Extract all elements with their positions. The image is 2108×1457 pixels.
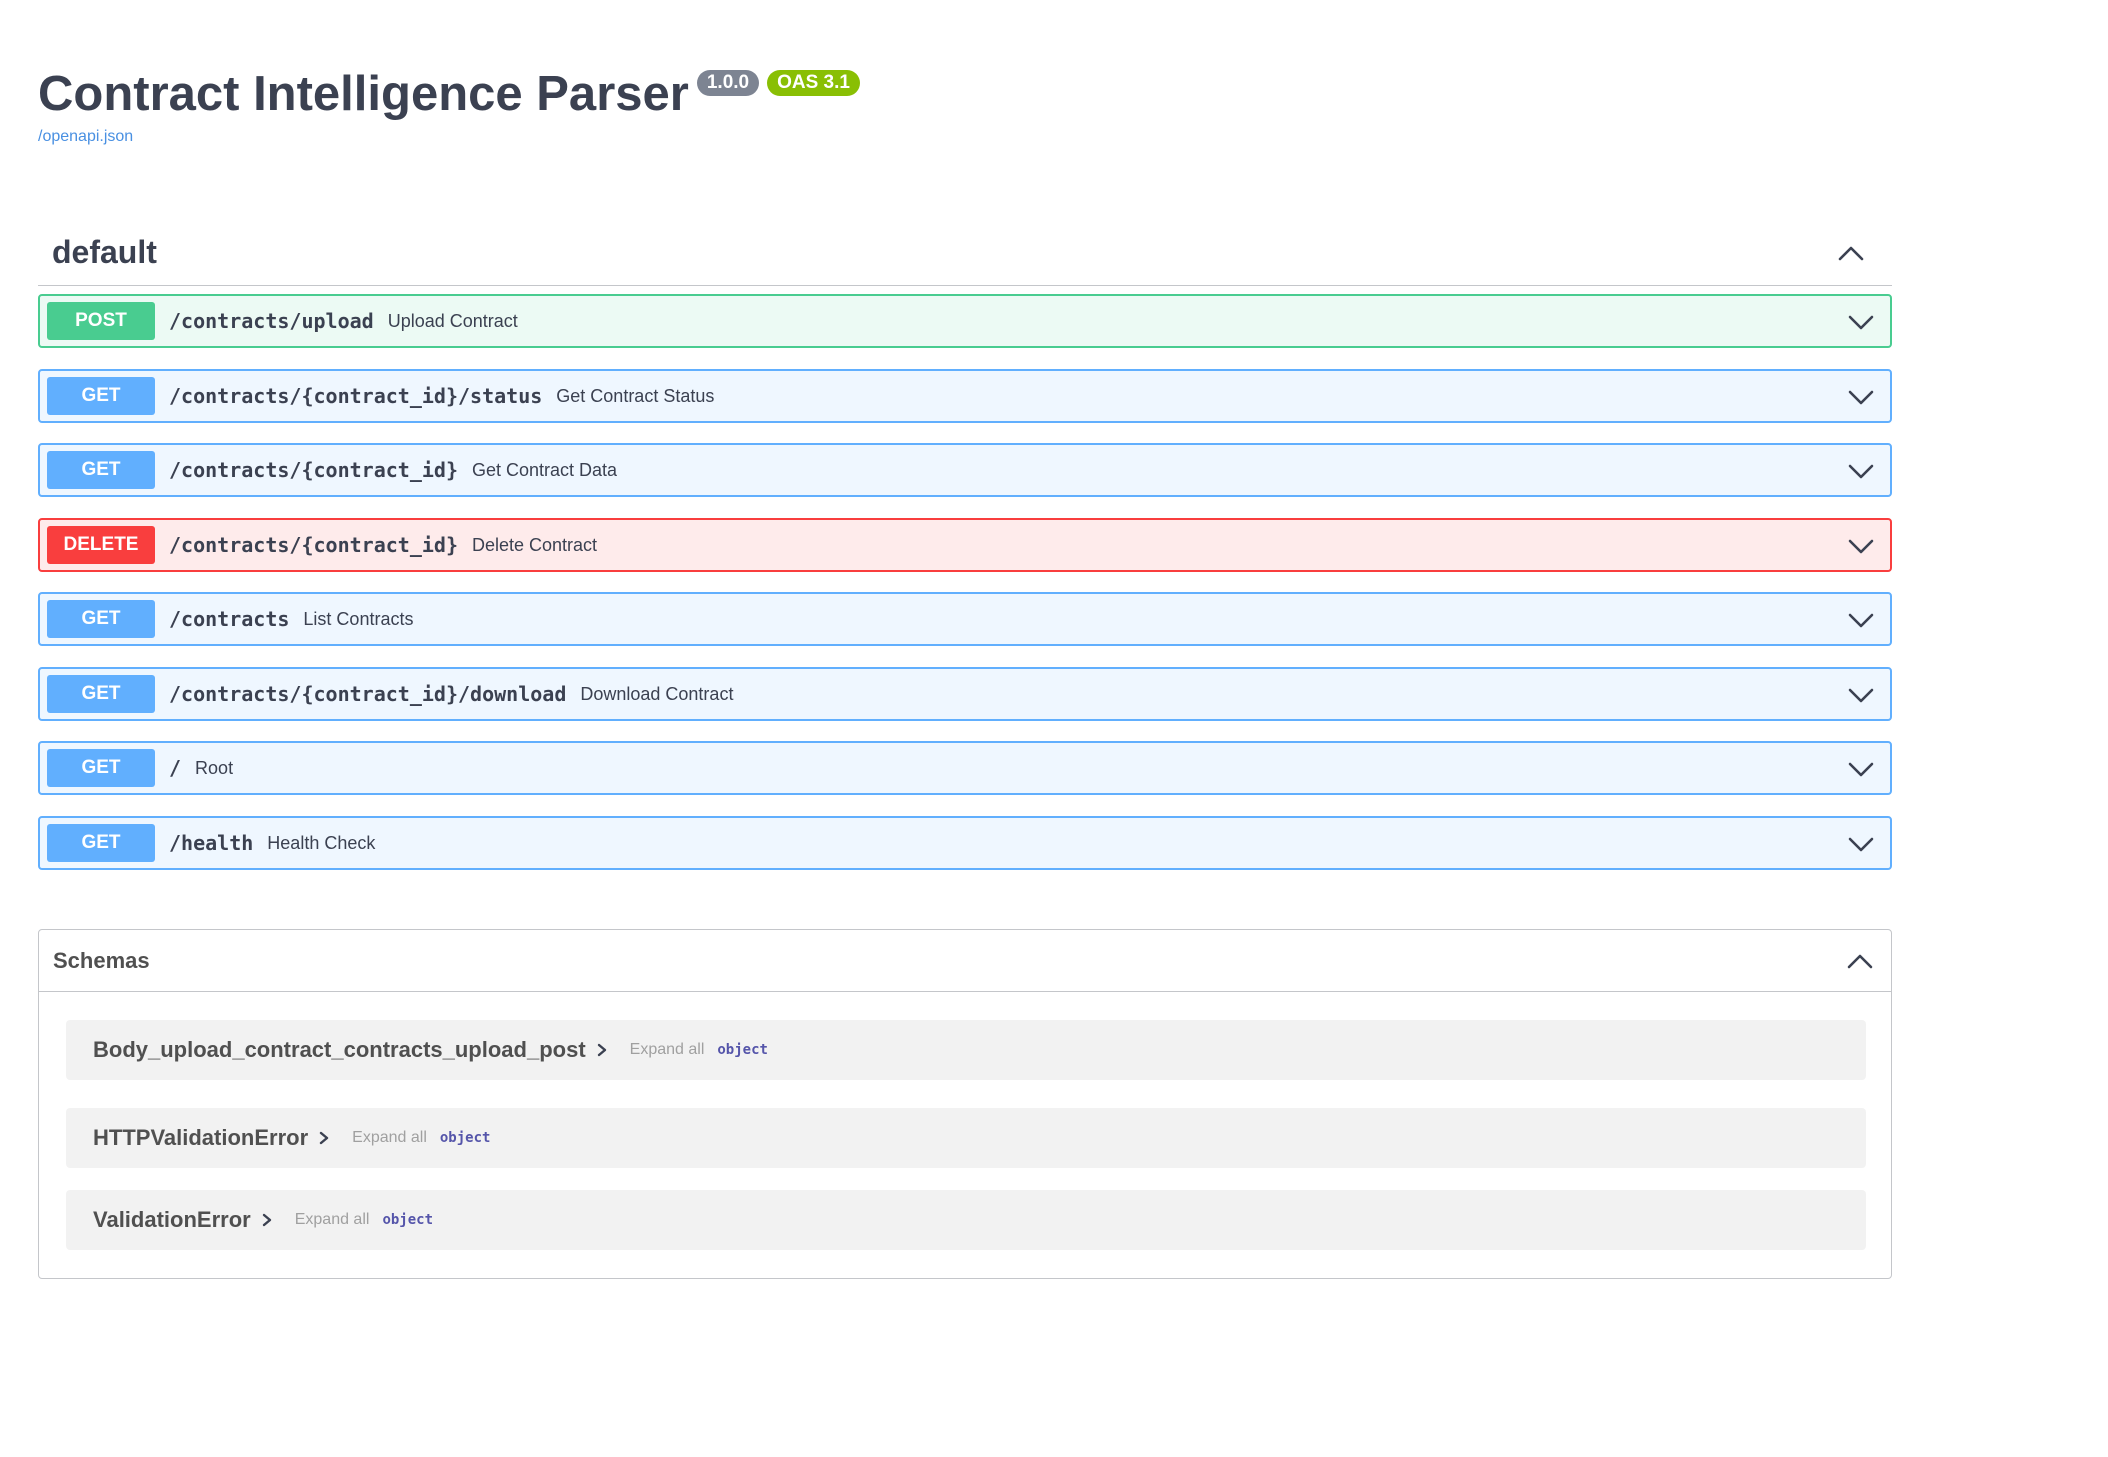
operation-summary: Get Contract Data [471, 459, 618, 480]
chevron-down-icon[interactable] [1846, 829, 1876, 859]
operation-get[interactable]: GET / Root [38, 741, 1892, 795]
chevron-down-icon[interactable] [1846, 456, 1876, 486]
method-badge: GET [47, 600, 155, 638]
operation-path: /contracts/{contract_id}/status [169, 384, 543, 408]
schema-name[interactable]: HTTPValidationError [93, 1125, 308, 1151]
schemas-header[interactable]: Schemas [39, 930, 1891, 992]
operation-path: / [169, 756, 182, 780]
chevron-right-icon[interactable] [316, 1130, 332, 1146]
expand-all-button[interactable]: Expand all [352, 1129, 427, 1147]
chevron-down-icon[interactable] [1846, 680, 1876, 710]
api-info: Contract Intelligence Parser 1.0.0 OAS 3… [38, 62, 1892, 152]
chevron-down-icon[interactable] [1846, 531, 1876, 561]
schema-name[interactable]: ValidationError [93, 1207, 251, 1233]
chevron-up-icon[interactable] [1836, 238, 1866, 268]
operation-summary: Get Contract Status [556, 385, 715, 406]
expand-all-button[interactable]: Expand all [630, 1041, 705, 1059]
operation-path: /contracts [169, 607, 290, 631]
schema-item[interactable]: ValidationError Expand all object [66, 1190, 1866, 1250]
schema-item[interactable]: Body_upload_contract_contracts_upload_po… [66, 1020, 1866, 1080]
schema-type: object [439, 1130, 491, 1146]
operation-summary: Upload Contract [387, 310, 518, 331]
chevron-down-icon[interactable] [1846, 382, 1876, 412]
operation-summary: Delete Contract [471, 534, 598, 555]
expand-all-button[interactable]: Expand all [295, 1211, 370, 1229]
method-badge: GET [47, 824, 155, 862]
schema-type: object [382, 1212, 434, 1228]
schemas-section: Schemas Body_upload_contract_contracts_u… [38, 929, 1892, 1279]
method-badge: POST [47, 302, 155, 340]
operation-get[interactable]: GET/contracts List Contracts [38, 592, 1892, 646]
chevron-up-icon[interactable] [1845, 946, 1875, 976]
operation-summary: List Contracts [303, 608, 414, 629]
operation-summary: Root [195, 757, 234, 778]
operation-summary: Health Check [267, 832, 376, 853]
tag-section-default: default POST/contracts/upload Upload Cont… [38, 220, 1892, 870]
operation-path: /contracts/{contract_id} [169, 458, 458, 482]
operation-path: /contracts/upload [169, 309, 374, 333]
openapi-spec-link[interactable]: /openapi.json [38, 128, 133, 146]
operation-get[interactable]: GET/contracts/{contract_id} Get Contract … [38, 443, 1892, 497]
page-title: Contract Intelligence Parser [38, 67, 689, 121]
schemas-title: Schemas [53, 947, 150, 973]
method-badge: GET [47, 451, 155, 489]
operation-get[interactable]: GET/contracts/{contract_id}/status Get Co… [38, 369, 1892, 423]
operation-get[interactable]: GET/contracts/{contract_id}/download Down… [38, 667, 1892, 721]
tag-header[interactable]: default [38, 220, 1892, 286]
oas-version-badge: OAS 3.1 [767, 70, 860, 96]
operation-summary: Download Contract [580, 683, 734, 704]
schema-item[interactable]: HTTPValidationError Expand all object [66, 1108, 1866, 1168]
method-badge: GET [47, 675, 155, 713]
chevron-right-icon[interactable] [259, 1212, 275, 1228]
operation-path: /contracts/{contract_id}/download [169, 682, 567, 706]
operation-get[interactable]: GET/health Health Check [38, 816, 1892, 870]
operation-post[interactable]: POST/contracts/upload Upload Contract [38, 294, 1892, 348]
chevron-down-icon[interactable] [1846, 754, 1876, 784]
chevron-down-icon[interactable] [1846, 605, 1876, 635]
schema-name[interactable]: Body_upload_contract_contracts_upload_po… [93, 1037, 586, 1063]
operation-path: /contracts/{contract_id} [169, 533, 458, 557]
operation-delete[interactable]: DELETE/contracts/{contract_id} Delete Con… [38, 518, 1892, 572]
version-badge: 1.0.0 [696, 70, 760, 96]
schema-type: object [717, 1042, 768, 1058]
chevron-right-icon[interactable] [594, 1042, 610, 1058]
tag-name: default [52, 234, 157, 270]
method-badge: DELETE [47, 526, 155, 564]
operation-path: /health [169, 831, 254, 855]
method-badge: GET [47, 377, 155, 415]
chevron-down-icon[interactable] [1846, 307, 1876, 337]
method-badge: GET [47, 749, 155, 787]
